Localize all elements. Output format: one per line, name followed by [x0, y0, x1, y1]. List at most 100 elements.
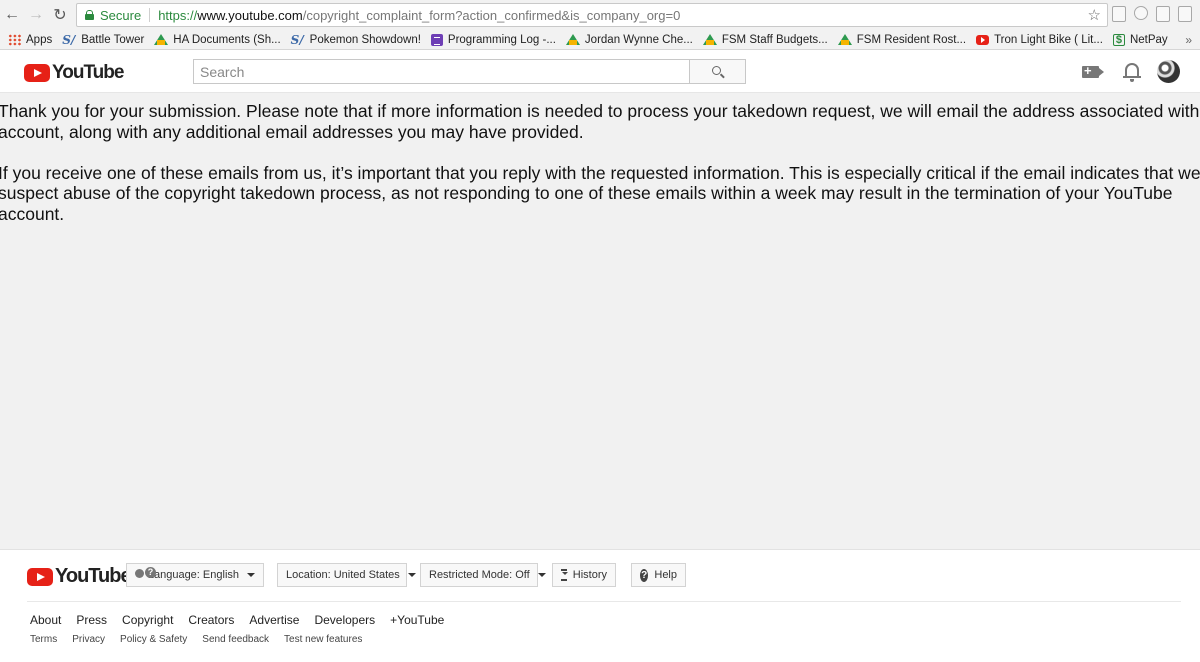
language-icon [135, 567, 156, 581]
footer-link-terms[interactable]: Terms [30, 634, 57, 645]
location-value: United States [333, 569, 400, 581]
url-host: www.youtube.com [197, 7, 303, 23]
chrome-menu-icon[interactable] [1178, 6, 1192, 22]
bookmark-programming-log[interactable]: Programming Log -... [430, 33, 556, 46]
history-button[interactable]: History [552, 563, 616, 587]
reload-icon[interactable]: ↻ [48, 5, 72, 25]
youtube-masthead: YouTube Search [0, 50, 1200, 93]
footer-link-press[interactable]: Press [76, 613, 107, 627]
bookmark-netpay[interactable]: $ NetPay [1112, 33, 1168, 46]
bookmark-label: Apps [26, 33, 53, 46]
bookmark-label: HA Documents (Sh... [173, 33, 281, 46]
footer-link-test-new-features[interactable]: Test new features [284, 634, 362, 645]
search-button[interactable] [689, 59, 746, 84]
bookmark-label: Tron Light Bike ( Lit... [994, 33, 1103, 46]
smogon-icon: S/ [290, 32, 304, 47]
restricted-mode-button[interactable]: Restricted Mode: Off [420, 563, 546, 587]
help-label: Help [654, 569, 677, 581]
extension-cast-icon[interactable] [1156, 6, 1170, 22]
bookmark-label: FSM Resident Rost... [856, 33, 967, 46]
google-drive-icon [154, 34, 169, 45]
bookmark-label: FSM Staff Budgets... [721, 33, 828, 46]
location-picker-button[interactable]: Location: United States [277, 563, 416, 587]
browser-toolbar: ← → ↻ Secure https:// www.youtube.com /c… [0, 0, 1200, 30]
search-input[interactable]: Search [193, 59, 690, 84]
chevron-down-icon [407, 573, 416, 577]
smogon-icon: S/ [62, 32, 76, 47]
history-label: History [572, 569, 607, 581]
footer-link-send-feedback[interactable]: Send feedback [202, 634, 269, 645]
footer-primary-links: About Press Copyright Creators Advertise… [30, 613, 444, 627]
message-paragraph-2: If you receive one of these emails from … [0, 163, 1200, 225]
url-scheme: https:// [158, 7, 198, 23]
message-line: Thank you for your submission. Please no… [0, 101, 1200, 121]
language-picker-button[interactable]: Language: English [126, 563, 264, 587]
chevron-down-icon [247, 573, 255, 577]
bookmark-jordan-wynne[interactable]: Jordan Wynne Che... [565, 33, 693, 46]
confirmation-message: Thank you for your submission. Please no… [0, 101, 1200, 224]
lock-icon [85, 10, 94, 20]
footer-link-plus-youtube[interactable]: +YouTube [390, 613, 444, 627]
bookmark-star-icon[interactable]: ☆ [1088, 6, 1101, 24]
forward-arrow-icon[interactable]: → [24, 6, 48, 24]
google-drive-icon [565, 34, 580, 45]
address-divider [149, 8, 151, 22]
url-path: /copyright_complaint_form?action_confirm… [302, 7, 681, 23]
back-arrow-icon[interactable]: ← [0, 6, 24, 24]
bookmark-label: Pokemon Showdown! [309, 33, 421, 46]
footer-youtube-logo[interactable]: YouTube [27, 565, 132, 588]
footer-link-creators[interactable]: Creators [188, 613, 234, 627]
upload-video-icon[interactable] [1082, 63, 1099, 78]
bookmark-fsm-resident-roster[interactable]: FSM Resident Rost... [837, 33, 967, 46]
restricted-mode-label: Restricted Mode: [429, 569, 513, 581]
bookmark-apps[interactable]: Apps [8, 33, 53, 46]
bookmark-label: Programming Log -... [447, 33, 556, 46]
restricted-mode-value: Off [515, 569, 530, 581]
youtube-logo-text: YouTube [55, 565, 132, 587]
bookmark-ha-documents[interactable]: HA Documents (Sh... [154, 33, 281, 46]
bookmarks-overflow-icon[interactable]: » [1185, 33, 1192, 47]
chevron-down-icon [537, 573, 546, 577]
bookmarks-bar: Apps S/ Battle Tower HA Documents (Sh...… [0, 30, 1200, 50]
youtube-logo[interactable]: YouTube [24, 62, 124, 84]
footer-link-about[interactable]: About [30, 613, 61, 627]
secure-label: Secure [100, 7, 142, 23]
bookmark-tron-light-bike[interactable]: Tron Light Bike ( Lit... [976, 34, 1103, 46]
apps-icon [8, 33, 21, 46]
youtube-play-icon [24, 64, 50, 82]
footer-link-copyright[interactable]: Copyright [122, 613, 173, 627]
help-button[interactable]: ? Help [631, 563, 686, 587]
google-drive-icon [702, 34, 717, 45]
netpay-icon: $ [1112, 33, 1125, 46]
notifications-bell-icon[interactable] [1123, 63, 1141, 82]
extension-icons [1112, 6, 1192, 22]
help-icon: ? [640, 568, 649, 582]
footer-link-advertise[interactable]: Advertise [249, 613, 299, 627]
google-drive-icon [837, 34, 852, 45]
search-icon [712, 66, 721, 75]
youtube-footer: YouTube Language: English Location: Unit… [0, 549, 1200, 662]
bookmark-battle-tower[interactable]: S/ Battle Tower [62, 34, 144, 46]
youtube-play-icon [27, 567, 53, 586]
footer-link-policy-safety[interactable]: Policy & Safety [120, 634, 187, 645]
extension-doc-icon[interactable] [1112, 6, 1126, 22]
footer-link-developers[interactable]: Developers [314, 613, 375, 627]
message-paragraph-1: Thank you for your submission. Please no… [0, 101, 1200, 142]
youtube-logo-text: YouTube [52, 62, 124, 83]
bookmark-label: Jordan Wynne Che... [584, 33, 693, 46]
location-label: Location: [286, 569, 331, 581]
address-bar[interactable]: Secure https:// www.youtube.com /copyrig… [76, 3, 1108, 27]
footer-divider [27, 601, 1181, 602]
youtube-icon [976, 34, 990, 45]
language-value: English [202, 569, 239, 581]
bookmark-label: NetPay [1129, 33, 1168, 46]
footer-link-privacy[interactable]: Privacy [72, 634, 105, 645]
message-line: account. [0, 203, 65, 224]
message-line: If you receive one of these emails from … [0, 162, 1200, 183]
hourglass-icon [561, 569, 568, 581]
bookmark-pokemon-showdown[interactable]: S/ Pokemon Showdown! [291, 34, 421, 46]
avatar[interactable] [1157, 60, 1180, 83]
extension-circle-icon[interactable] [1134, 6, 1148, 20]
bookmark-label: Battle Tower [81, 33, 145, 46]
bookmark-fsm-staff-budgets[interactable]: FSM Staff Budgets... [702, 33, 828, 46]
